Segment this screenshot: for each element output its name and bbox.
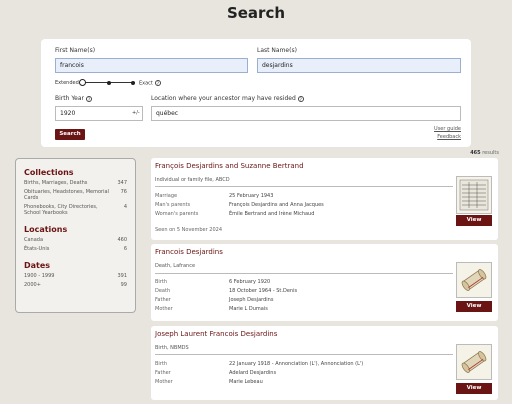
help-icon[interactable]: ? [297, 95, 304, 102]
dates-heading: Dates [24, 261, 51, 270]
extended-label: Extended [55, 80, 79, 86]
match-slider-stop[interactable] [131, 81, 135, 85]
document-thumbnail[interactable] [456, 176, 492, 214]
filter-item[interactable]: États-Unis 6 [24, 246, 127, 252]
result-source: Birth, NBMDS [155, 345, 189, 351]
field-value: Joseph Desjardins [229, 297, 274, 303]
feedback-link[interactable]: Feedback [437, 134, 461, 140]
filter-item[interactable]: Phonebooks, City Directories, School Yea… [24, 204, 127, 216]
filter-item[interactable]: Births, Marriages, Deaths 347 [24, 180, 127, 186]
field-label: Woman's parents [155, 211, 199, 217]
result-title[interactable]: François Desjardins and Suzanne Bertrand [155, 162, 304, 170]
field-value: 22 January 1918 - Annonciation (L'), Ann… [229, 361, 364, 367]
exact-label: Exact? [139, 80, 161, 87]
page-title: Search [226, 4, 286, 22]
field-label: Father [155, 297, 171, 303]
field-value: Émile Bertrand and Irène Michaud [229, 211, 315, 217]
field-value: 6 February 1920 [229, 279, 271, 285]
filter-item[interactable]: 2000+ 99 [24, 282, 127, 288]
collections-heading: Collections [24, 168, 74, 177]
field-label: Mother [155, 379, 173, 385]
filter-item[interactable]: Obituaries, Headstones, Memorial Cards 76 [24, 189, 127, 201]
field-value: 18 October 1964 - St.Denis [229, 288, 298, 294]
result-card: Joseph Laurent Francois Desjardins Birth… [151, 326, 498, 400]
first-name-field[interactable]: francois [55, 58, 248, 73]
location-label: Location where your ancestor may have re… [151, 95, 304, 102]
field-value: Marie L Dumais [229, 306, 268, 312]
match-slider-stop[interactable] [107, 81, 111, 85]
field-value: 25 February 1943 [229, 193, 274, 199]
view-button[interactable]: View [456, 215, 492, 226]
result-title[interactable]: Francois Desjardins [155, 248, 223, 256]
view-button[interactable]: View [456, 301, 492, 312]
field-value: Adelard Desjardins [229, 370, 277, 376]
divider [155, 273, 453, 274]
result-card: Francois Desjardins Death, Lafrance Birt… [151, 244, 498, 321]
field-label: Father [155, 370, 171, 376]
location-field[interactable]: québec [151, 106, 461, 121]
field-value: Marie Lebeau [229, 379, 263, 385]
birth-year-field[interactable]: 1920 [55, 106, 143, 121]
field-label: Mother [155, 306, 173, 312]
last-name-label: Last Name(s) [257, 47, 297, 54]
result-card: François Desjardins and Suzanne Bertrand… [151, 158, 498, 240]
first-name-label: First Name(s) [55, 47, 96, 54]
field-label: Marriage [155, 193, 178, 199]
field-value: François Desjardins and Anna Jacques [229, 202, 324, 208]
divider [155, 186, 453, 187]
search-panel: First Name(s) francois Last Name(s) desj… [41, 39, 471, 147]
user-guide-link[interactable]: User guide [434, 126, 461, 132]
field-label: Birth [155, 279, 168, 285]
result-source: Individual or family file, ABCD [155, 177, 230, 183]
birth-year-label: Birth Year? [55, 95, 93, 102]
tolerance-label[interactable]: +/- [132, 110, 140, 116]
field-label: Death [155, 288, 171, 294]
scroll-icon[interactable] [456, 262, 492, 298]
filters-panel: Collections Births, Marriages, Deaths 347… [15, 158, 136, 313]
result-source: Death, Lafrance [155, 263, 196, 269]
result-title[interactable]: Joseph Laurent Francois Desjardins [155, 330, 277, 338]
divider [155, 354, 453, 355]
results-count: 465 results [470, 150, 499, 156]
seen-date: Seen on 5 November 2024 [155, 227, 222, 233]
filter-item[interactable]: 1900 - 1999 391 [24, 273, 127, 279]
field-label: Man's parents [155, 202, 191, 208]
last-name-field[interactable]: desjardins [257, 58, 461, 73]
help-icon[interactable]: ? [154, 80, 161, 86]
field-label: Birth [155, 361, 168, 367]
match-slider-knob[interactable] [79, 79, 86, 86]
search-button[interactable]: Search [55, 129, 85, 140]
scroll-icon[interactable] [456, 344, 492, 380]
locations-heading: Locations [24, 225, 68, 234]
view-button[interactable]: View [456, 383, 492, 394]
help-icon[interactable]: ? [86, 95, 93, 102]
filter-item[interactable]: Canada 460 [24, 237, 127, 243]
